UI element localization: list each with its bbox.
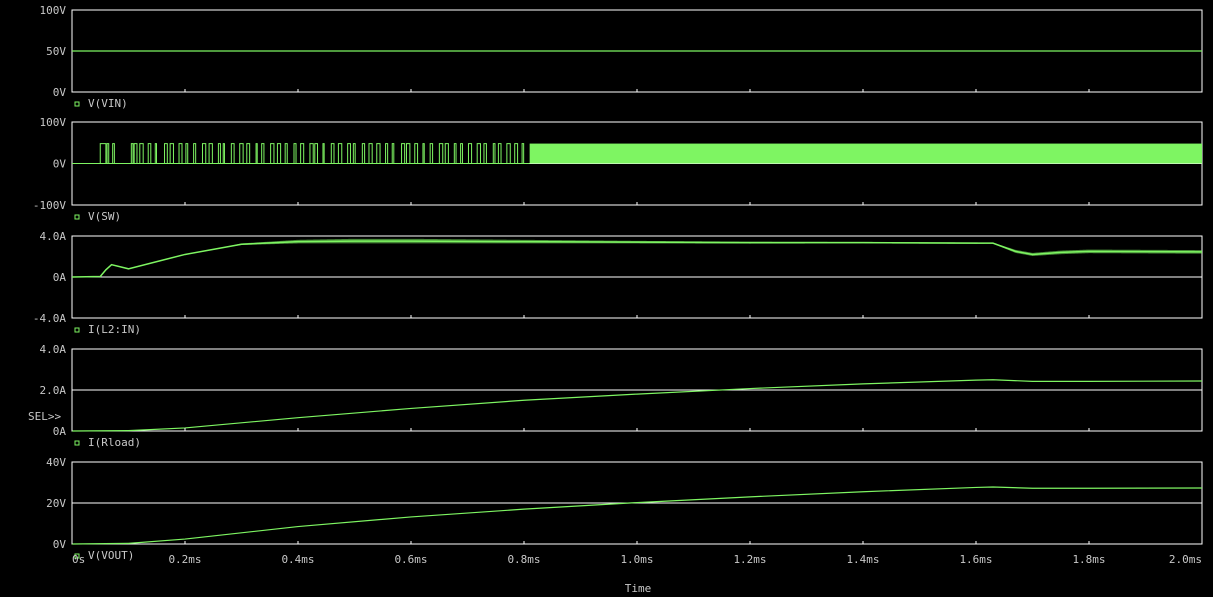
legend-label: V(VOUT) [88,549,134,562]
legend-label: V(SW) [88,210,121,223]
probe-plot-window: 0V 50V 100V V(VIN) -100V 0V 100V V(SW) -4.0A 0A 4.… [0,0,1213,597]
trace-dense-switching [529,143,1202,164]
y-tick-label: 0V [53,86,67,99]
x-tick-label: 2.0ms [1169,553,1202,566]
x-tick-label: 0.2ms [168,553,201,566]
y-tick-label: 0V [53,158,67,171]
selected-plot-marker: SEL>> [28,410,61,423]
legend-label: I(Rload) [88,436,141,449]
y-tick-label: 0V [53,538,67,551]
y-tick-label: 100V [40,116,67,129]
x-tick-label: 1.4ms [846,553,879,566]
y-tick-label: 40V [46,456,66,469]
y-tick-label: 0A [53,271,67,284]
x-axis-title: Time [625,582,652,595]
y-tick-label: 50V [46,45,66,58]
x-tick-label: 0.6ms [394,553,427,566]
y-tick-label: 4.0A [40,230,67,243]
x-tick-label: 0s [72,553,85,566]
y-tick-label: 0A [53,425,67,438]
y-tick-label: -100V [33,199,66,212]
x-tick-label: 1.6ms [959,553,992,566]
x-tick-label: 0.4ms [281,553,314,566]
y-tick-label: -4.0A [33,312,66,325]
legend-label: V(VIN) [88,97,128,110]
legend-label: I(L2:IN) [88,323,141,336]
x-tick-label: 1.2ms [733,553,766,566]
x-tick-label: 0.8ms [507,553,540,566]
y-tick-label: 20V [46,497,66,510]
y-tick-label: 100V [40,4,67,17]
y-tick-label: 2.0A [40,384,67,397]
x-tick-label: 1.0ms [620,553,653,566]
x-tick-label: 1.8ms [1072,553,1105,566]
y-tick-label: 4.0A [40,343,67,356]
